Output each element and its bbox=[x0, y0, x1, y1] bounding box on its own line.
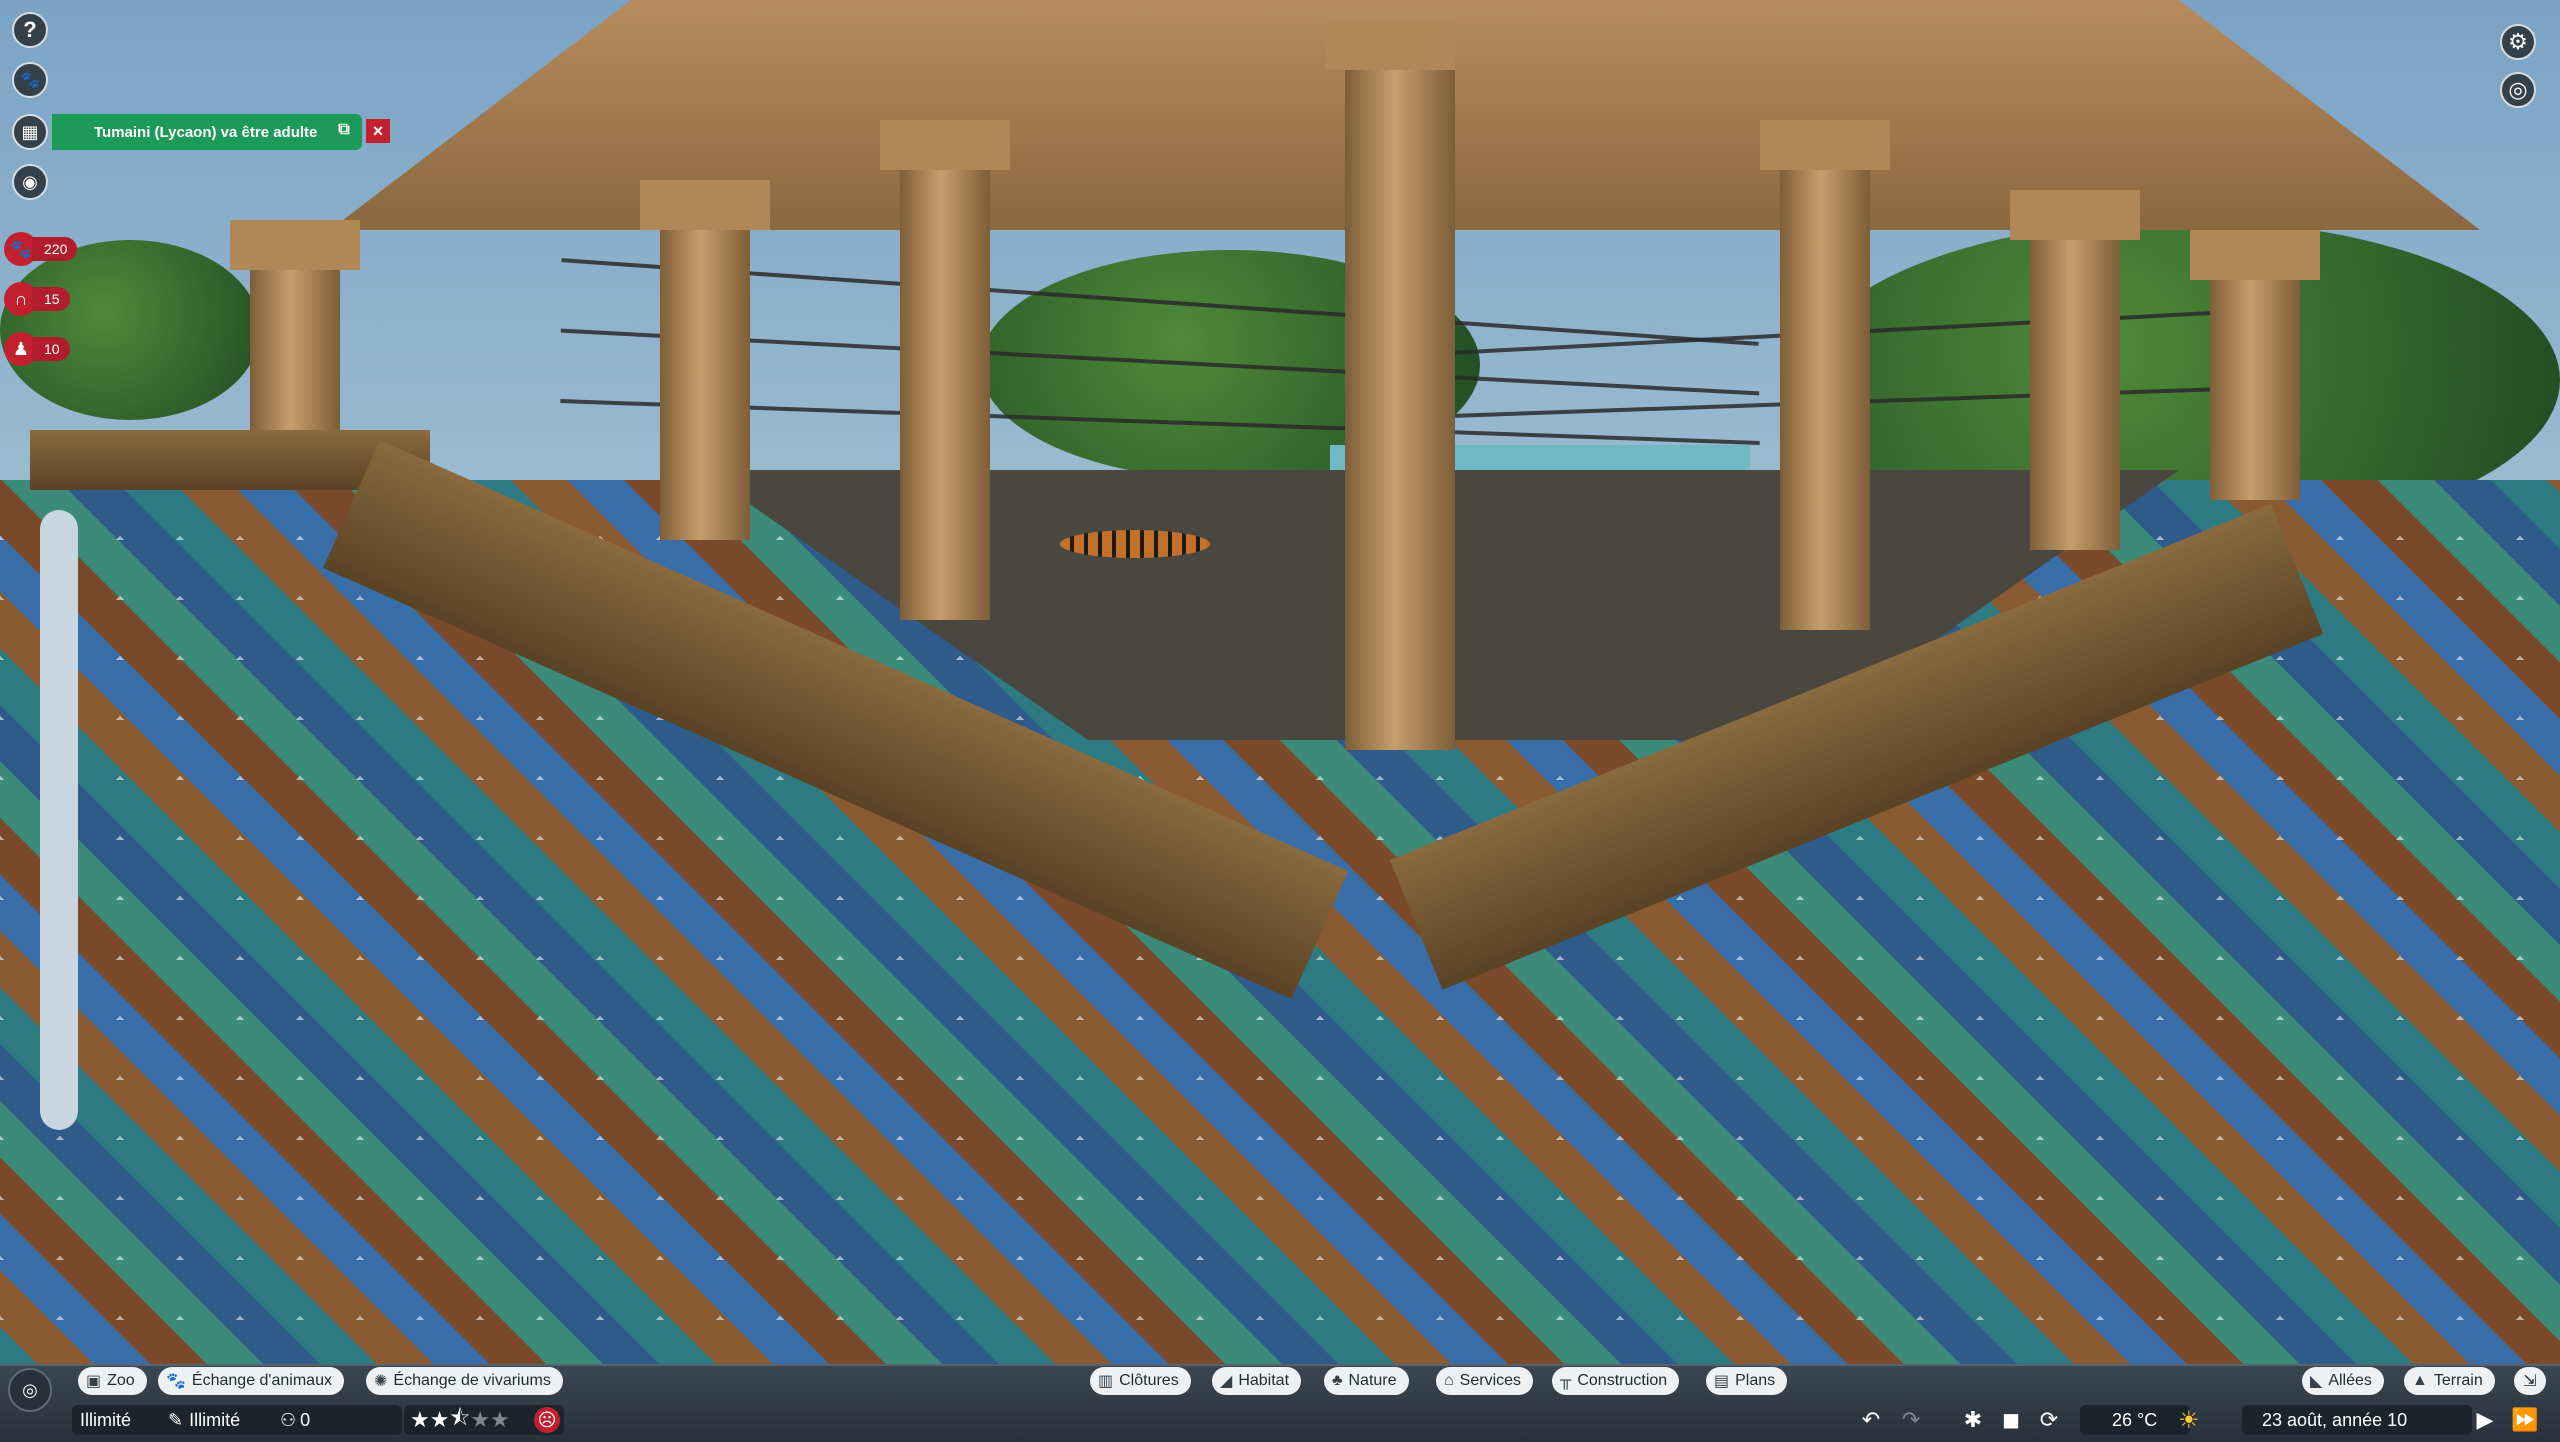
habitat-icon: ◢ bbox=[1220, 1373, 1233, 1390]
fast-play-icon[interactable]: ⏩ bbox=[2510, 1405, 2540, 1435]
rating-star-icon: ★ bbox=[410, 1407, 430, 1432]
animals-stat[interactable]: 🐾 220 bbox=[4, 232, 78, 266]
research-display: ✎ Illimité bbox=[168, 1409, 241, 1430]
camera-view-icon[interactable]: ◎ bbox=[2500, 72, 2536, 108]
construction-icon: ╥ bbox=[1560, 1372, 1572, 1389]
notification-text: Tumaini (Lycaon) va être adulte bbox=[94, 123, 318, 141]
help-icon[interactable]: ? bbox=[12, 12, 48, 48]
tab-vivarium-exchange[interactable]: ✺ Échange de vivariums bbox=[366, 1367, 563, 1395]
stone-column bbox=[2190, 230, 2320, 500]
external-link-icon[interactable]: ⧉ bbox=[334, 121, 354, 141]
rating-star-icon: ★ bbox=[490, 1407, 510, 1432]
plans-icon: ▤ bbox=[1714, 1373, 1730, 1390]
notification-banner[interactable]: Tumaini (Lycaon) va être adulte ⧉ bbox=[52, 114, 362, 150]
settings-gear-icon[interactable]: ⚙ bbox=[2500, 24, 2536, 60]
research-icon: ✎ bbox=[168, 1409, 184, 1430]
foliage-left bbox=[0, 240, 260, 420]
tab-terrain[interactable]: ▲ Terrain bbox=[2404, 1367, 2495, 1395]
animal-face-icon[interactable]: 🐾 bbox=[12, 62, 48, 98]
pause-icon[interactable]: ◼ bbox=[1996, 1405, 2026, 1435]
staff-stat[interactable]: ♟ 10 bbox=[4, 332, 70, 366]
game-viewport[interactable] bbox=[0, 0, 2560, 1440]
tab-fences[interactable]: ▥ Clôtures bbox=[1090, 1367, 1191, 1395]
tab-expand-button[interactable]: ⇲ bbox=[2514, 1367, 2546, 1395]
vivarium-icon: ✺ bbox=[374, 1373, 388, 1390]
floor-rim bbox=[40, 510, 78, 1130]
paths-icon: ◣ bbox=[2310, 1373, 2323, 1390]
temperature-display: 26 °C bbox=[2112, 1409, 2158, 1430]
tab-services[interactable]: ⌂ Services bbox=[1436, 1367, 1534, 1395]
tab-construction[interactable]: ╥ Construction bbox=[1552, 1367, 1680, 1395]
habitats-stat[interactable]: ∩ 15 bbox=[4, 282, 70, 316]
fence-icon: ▥ bbox=[1098, 1373, 1114, 1390]
stone-column bbox=[880, 120, 1010, 620]
zoo-rating[interactable]: ★ ★ ⯪ ★ ★ bbox=[410, 1405, 510, 1435]
guests-display: ⚇ 0 bbox=[280, 1409, 311, 1430]
play-icon[interactable]: ▶ bbox=[2470, 1405, 2500, 1435]
animals-count: 220 bbox=[32, 237, 78, 261]
close-icon[interactable]: × bbox=[366, 119, 390, 143]
calendar-icon[interactable]: ▦ bbox=[12, 114, 48, 150]
tab-habitat[interactable]: ◢ Habitat bbox=[1212, 1367, 1302, 1395]
money-display: Illimité bbox=[80, 1409, 132, 1430]
guests-icon: ⚇ bbox=[280, 1409, 297, 1430]
sun-icon: ☀ bbox=[2178, 1406, 2200, 1434]
terrain-icon: ▲ bbox=[2412, 1372, 2428, 1389]
zoo-icon: ▣ bbox=[86, 1373, 102, 1390]
date-display: 23 août, année 10 bbox=[2262, 1409, 2408, 1430]
stone-column bbox=[1325, 20, 1455, 750]
habitats-count: 15 bbox=[32, 287, 70, 311]
rating-star-icon: ★ bbox=[429, 1407, 450, 1432]
nature-icon: ♣ bbox=[1332, 1372, 1343, 1389]
stone-column bbox=[1760, 120, 1890, 630]
stone-column bbox=[2010, 190, 2140, 550]
eye-icon[interactable]: ◉ bbox=[12, 164, 48, 200]
tab-animal-exchange[interactable]: 🐾 Échange d'animaux bbox=[158, 1367, 344, 1395]
tab-zoo[interactable]: ▣ Zoo bbox=[78, 1367, 147, 1395]
fast-forward-dial-icon[interactable]: ⟳ bbox=[2034, 1405, 2064, 1435]
speed-dial-icon[interactable]: ✱ bbox=[1958, 1405, 1988, 1435]
paw-exchange-icon: 🐾 bbox=[166, 1373, 186, 1390]
rating-star-icon: ⯪ bbox=[449, 1405, 471, 1430]
main-menu-button[interactable]: ◎ bbox=[8, 1368, 52, 1412]
tab-plans[interactable]: ▤ Plans bbox=[1706, 1367, 1788, 1395]
staff-count: 10 bbox=[32, 337, 70, 361]
tiger-animal[interactable] bbox=[1060, 530, 1210, 558]
undo-icon[interactable]: ↶ bbox=[1856, 1405, 1886, 1435]
tab-paths[interactable]: ◣ Allées bbox=[2302, 1367, 2384, 1395]
sad-face-icon[interactable]: ☹ bbox=[534, 1405, 560, 1435]
redo-icon[interactable]: ↷ bbox=[1896, 1405, 1926, 1435]
stone-column bbox=[230, 220, 360, 450]
services-icon: ⌂ bbox=[1444, 1372, 1454, 1389]
tab-nature[interactable]: ♣ Nature bbox=[1324, 1367, 1409, 1395]
rating-star-icon: ★ bbox=[470, 1407, 491, 1432]
stone-column bbox=[640, 180, 770, 540]
